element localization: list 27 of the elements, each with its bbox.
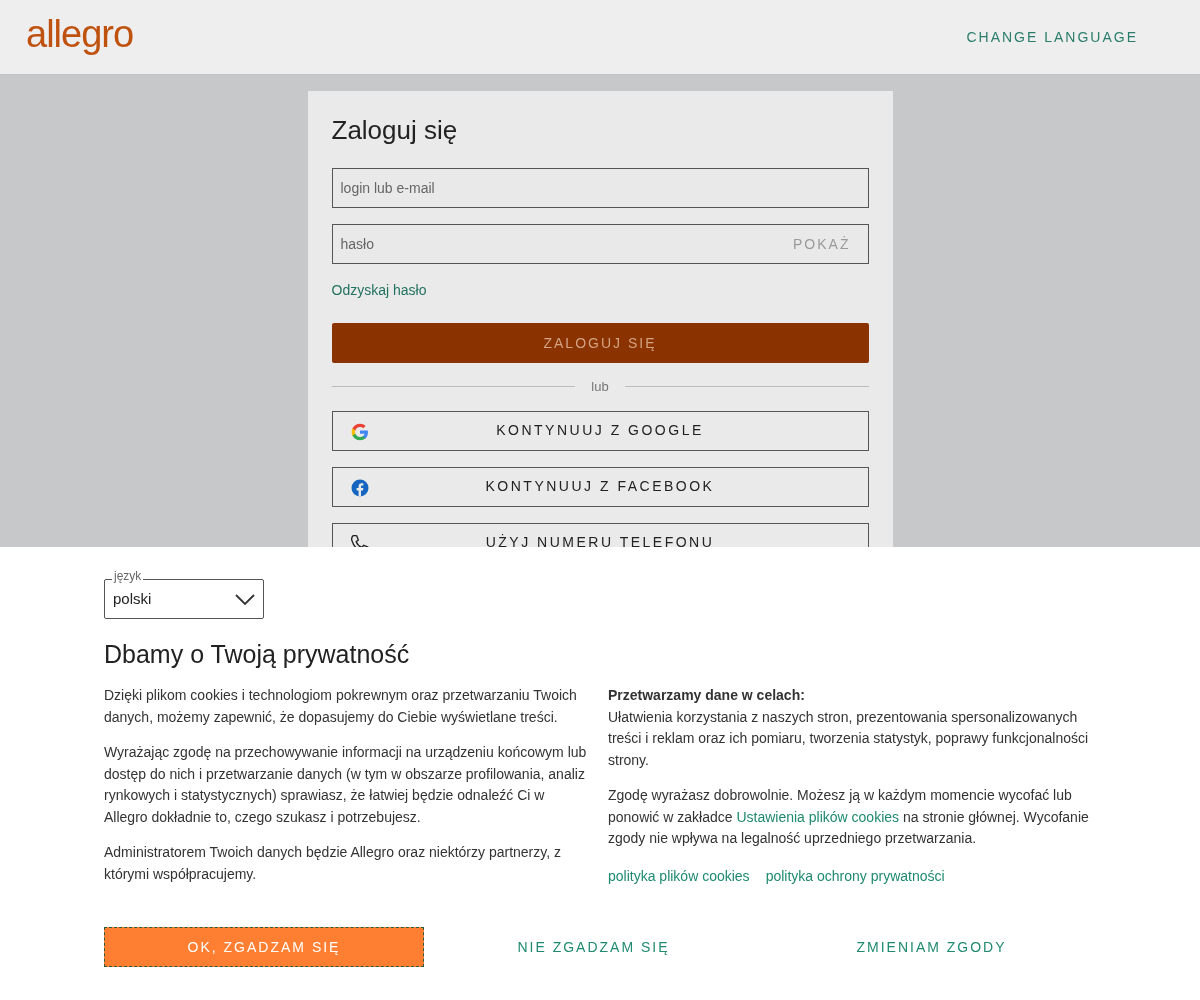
paragraph: Zgodę wyrażasz dobrowolnie. Możesz ją w każdym momencie wycofać lub ponowić w zakładce Ustawienia plików cookies na stronie głównej. Wycofanie zgody nie wpływa na legalność uprzedniego przetwarzania.	[608, 786, 1090, 848]
logo[interactable]: allegro	[26, 15, 134, 53]
google-icon	[350, 422, 369, 441]
policy-link[interactable]: polityka plików cookies	[608, 865, 750, 887]
recover-password-link[interactable]: Odzyskaj hasło	[331, 280, 427, 302]
facebook-icon	[350, 478, 369, 497]
paragraph: Wyrażając zgodę na przechowywanie informacji na urządzeniu końcowym lub dostęp do nich i przetwarzanie danych (w tym w obszarze profilowania, analiz rynkowych i statystycznych) sprawiasz, że łatwiej będzie odnaleźć Ci w Allegro dokładnie to, czego szukasz i potrzebujesz.	[104, 743, 588, 827]
accept-button[interactable]: OK, ZGADZAM SIĘ	[104, 927, 424, 967]
select-label: język	[112, 570, 144, 582]
settings-link[interactable]: Ustawienia plików cookies	[736, 808, 900, 825]
login-field[interactable]: login lub e-mail	[331, 168, 869, 209]
chevron-down-icon	[235, 593, 255, 606]
show-password-button[interactable]: POKAŻ	[793, 234, 851, 256]
social-login-button[interactable]: KONTYNUUJ Z FACEBOOK	[331, 466, 869, 507]
change-language-link[interactable]: CHANGE LANGUAGE	[960, 25, 1144, 49]
page-title: Zaloguj się	[331, 115, 459, 147]
paragraph: Administratorem Twoich danych będzie Allegro oraz niektórzy partnerzy, z którymi współpracujemy.	[104, 843, 563, 884]
social-login-button[interactable]: KONTYNUUJ Z GOOGLE	[331, 410, 869, 451]
login-button[interactable]: ZALOGUJ SIĘ	[331, 323, 869, 364]
text-button[interactable]: NIE ZGADZAM SIĘ	[511, 935, 676, 959]
policy-link[interactable]: polityka ochrony prywatności	[765, 865, 945, 887]
paragraph: Dzięki plikom cookies i technologiom pokrewnym oraz przetwarzaniu Twoich danych, możemy zapewnić, że dopasujemy do Ciebie wyświetlane treści.	[104, 686, 578, 727]
section-heading: Przetwarzamy dane w celach:	[608, 686, 806, 705]
text-button[interactable]: ZMIENIAM ZGODY	[850, 935, 1013, 959]
divider-label: lub	[591, 378, 609, 397]
paragraph: Ułatwienia korzystania z naszych stron, prezentowania spersonalizowanych treści i reklam oraz ich pomiaru, tworzenia statystyk, poprawy funkcjonalności strony.	[608, 707, 1090, 770]
panel-title: Dbamy o Twoją prywatność	[104, 639, 411, 669]
